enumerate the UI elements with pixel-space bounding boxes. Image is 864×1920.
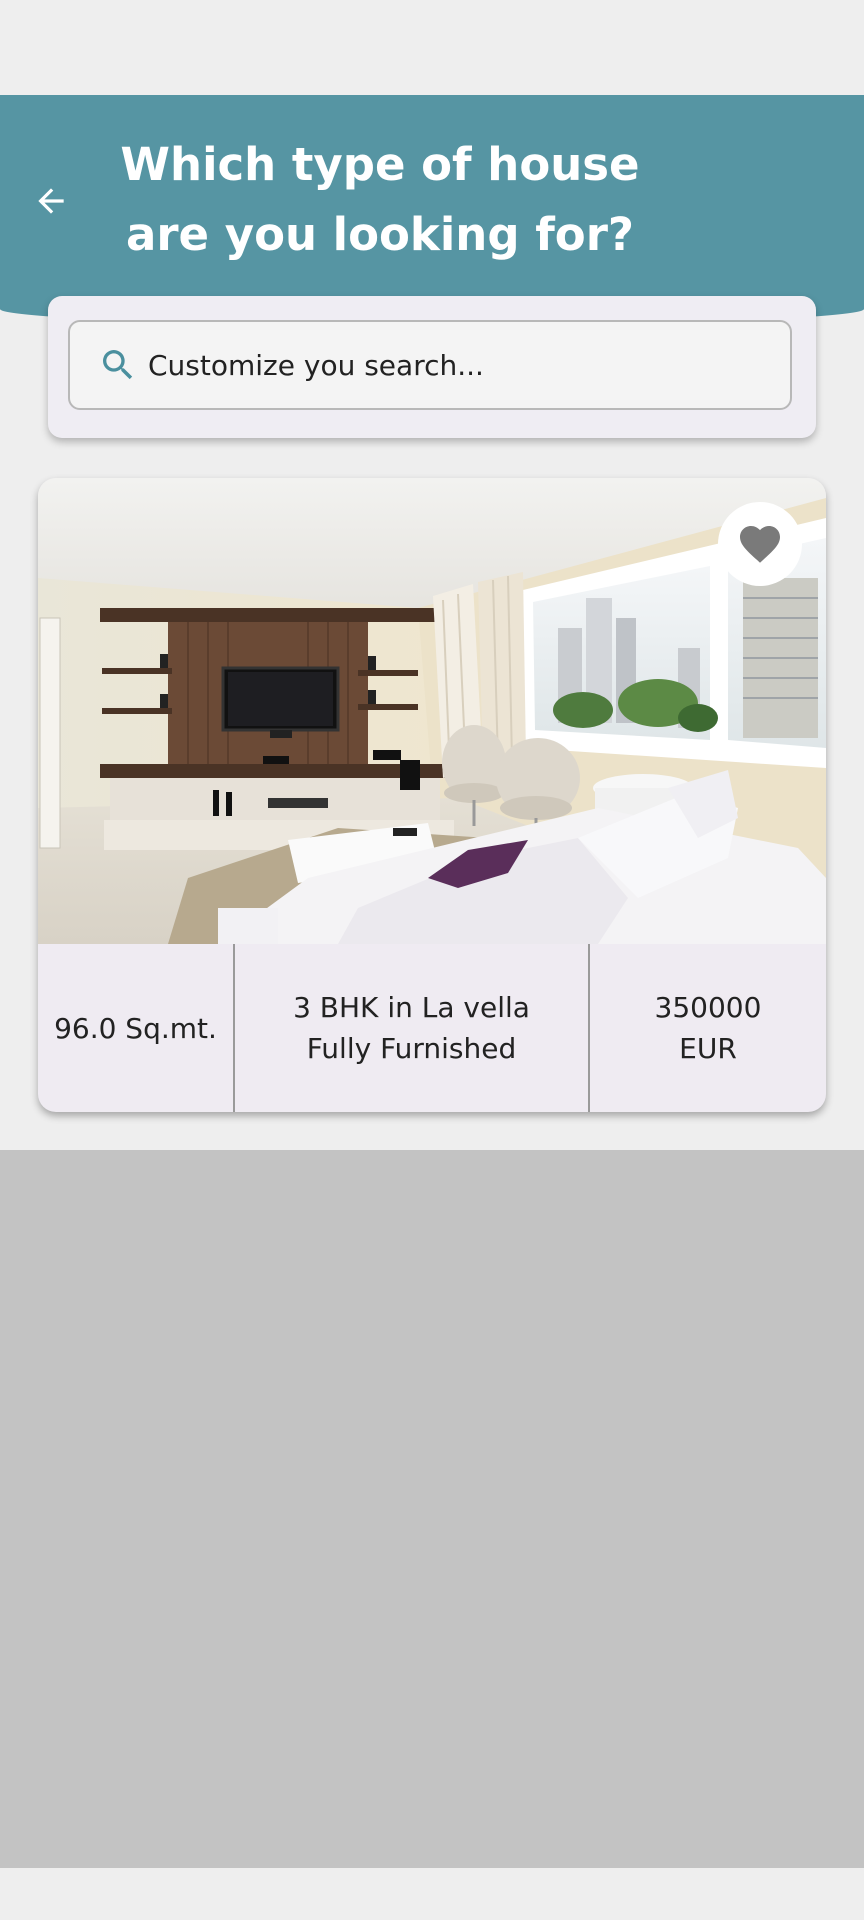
- search-input[interactable]: [146, 347, 750, 383]
- heart-icon: [740, 526, 780, 563]
- listing-card[interactable]: 96.0 Sq.mt. 3 BHK in La vella Fully Furn…: [38, 478, 826, 1112]
- search-field[interactable]: [68, 320, 792, 410]
- search-icon: [103, 350, 133, 380]
- arrow-left-icon: [38, 188, 64, 214]
- empty-content-area: [0, 1150, 864, 1868]
- listing-price: 350000 EUR: [654, 991, 762, 1065]
- page-title-line-1: Which type of house: [120, 138, 640, 191]
- back-button[interactable]: [28, 178, 74, 224]
- listing-info-row: 96.0 Sq.mt. 3 BHK in La vella Fully Furn…: [38, 944, 826, 1112]
- listing-area: 96.0 Sq.mt.: [38, 944, 235, 1112]
- status-bar: [0, 0, 864, 95]
- living-room-photo: [38, 478, 826, 944]
- search-card: [48, 296, 816, 438]
- page-title: Which type of house are you looking for?: [110, 130, 650, 270]
- page-title-line-2: are you looking for?: [125, 208, 634, 261]
- listing-description: 3 BHK in La vella Fully Furnished: [235, 944, 590, 1112]
- favorite-button[interactable]: [718, 502, 802, 586]
- navigation-bar: [0, 1868, 864, 1920]
